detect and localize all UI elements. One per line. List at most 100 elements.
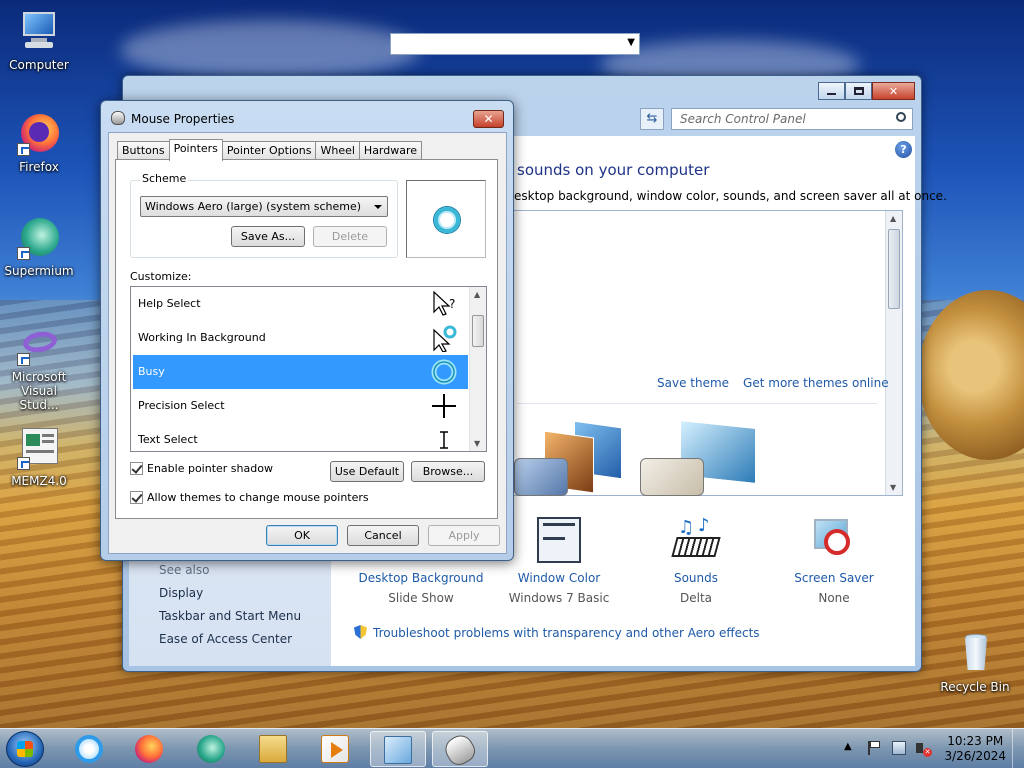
- shortcut-arrow-icon: [17, 143, 30, 156]
- screen-saver-item[interactable]: Screen Saver None: [764, 515, 904, 605]
- cursor-list-scrollbar[interactable]: ▲ ▼: [469, 287, 486, 451]
- taskbar-internet-explorer[interactable]: [62, 731, 118, 767]
- taskbar-file-explorer[interactable]: [246, 731, 302, 767]
- scroll-thumb[interactable]: [888, 229, 900, 309]
- taskbar-mouse-properties[interactable]: [432, 730, 488, 768]
- delete-button[interactable]: Delete: [313, 226, 387, 247]
- cursor-row-label: Busy: [138, 365, 165, 378]
- dialog-close-button[interactable]: ✕: [473, 110, 504, 128]
- address-bar[interactable]: ▼: [390, 33, 640, 55]
- scroll-thumb[interactable]: [472, 315, 484, 347]
- cursor-row-label: Help Select: [138, 297, 201, 310]
- tab-buttons[interactable]: Buttons: [117, 141, 170, 160]
- svg-text:?: ?: [449, 297, 455, 311]
- tab-pointer-options[interactable]: Pointer Options: [221, 141, 317, 160]
- search-icon[interactable]: [896, 112, 906, 122]
- action-center-flag-icon[interactable]: [868, 741, 882, 755]
- cursor-row-label: Precision Select: [138, 399, 225, 412]
- maximize-button[interactable]: [845, 82, 872, 100]
- mouse-icon: [111, 111, 125, 125]
- system-tray: ▲ ✕ 10:23 PM 3/26/2024: [844, 729, 1024, 768]
- help-icon[interactable]: ?: [895, 141, 912, 158]
- media-player-icon: [321, 735, 349, 763]
- busy-cursor-icon: [434, 207, 460, 233]
- sounds-item[interactable]: ♫ ♪ Sounds Delta: [626, 515, 766, 605]
- cursor-row-text-select[interactable]: Text Select: [133, 423, 468, 451]
- browse-button[interactable]: Browse...: [411, 461, 485, 482]
- get-more-themes-link[interactable]: Get more themes online: [743, 376, 889, 390]
- cloud: [120, 20, 420, 80]
- checkbox-label: Enable pointer shadow: [147, 462, 273, 475]
- tab-pointers[interactable]: Pointers: [168, 139, 223, 161]
- scroll-down-icon[interactable]: ▼: [890, 483, 896, 492]
- show-hidden-icons-icon[interactable]: ▲: [844, 741, 858, 755]
- display-link[interactable]: Display: [159, 586, 203, 600]
- scroll-up-icon[interactable]: ▲: [890, 214, 896, 223]
- close-button[interactable]: ✕: [872, 82, 915, 100]
- checkbox-label: Allow themes to change mouse pointers: [147, 491, 369, 504]
- sounds-icon: ♫ ♪: [671, 515, 721, 565]
- show-desktop-button[interactable]: [1012, 729, 1024, 768]
- refresh-button[interactable]: ⇆: [640, 108, 664, 130]
- maximize-icon: [853, 87, 864, 95]
- volume-muted-icon[interactable]: ✕: [916, 741, 932, 757]
- ease-of-access-link[interactable]: Ease of Access Center: [159, 632, 292, 646]
- taskbar-start-menu-link[interactable]: Taskbar and Start Menu: [159, 609, 301, 623]
- use-default-button[interactable]: Use Default: [330, 461, 404, 482]
- desktop-icon-label: Computer: [9, 58, 69, 72]
- shortcut-arrow-icon: [17, 247, 30, 260]
- screen-saver-value: None: [818, 591, 850, 605]
- apply-button[interactable]: Apply: [428, 525, 500, 546]
- screen-saver-icon: [810, 515, 858, 565]
- sounds-title: Sounds: [673, 571, 719, 585]
- taskbar-firefox[interactable]: [122, 731, 178, 767]
- help-select-cursor-icon: ?: [433, 290, 455, 316]
- cancel-button[interactable]: Cancel: [347, 525, 419, 546]
- address-dropdown-icon[interactable]: ▼: [627, 37, 635, 48]
- search-input[interactable]: Search Control Panel: [671, 108, 913, 130]
- mouse-properties-dialog[interactable]: Mouse Properties ✕ Buttons Pointers Poin…: [100, 100, 514, 561]
- desktop-icon-firefox[interactable]: Firefox: [0, 112, 78, 174]
- clock[interactable]: 10:23 PM 3/26/2024: [944, 734, 1006, 764]
- desktop-icon-recycle-bin[interactable]: Recycle Bin: [936, 632, 1014, 694]
- allow-themes-checkbox[interactable]: Allow themes to change mouse pointers: [130, 491, 369, 504]
- desktop-icon-memz[interactable]: MEMZ4.0: [0, 426, 78, 488]
- network-icon[interactable]: [892, 741, 906, 755]
- save-theme-link[interactable]: Save theme: [657, 376, 729, 390]
- cursor-row-precision-select[interactable]: Precision Select: [133, 389, 468, 423]
- start-button[interactable]: [6, 731, 44, 767]
- tab-wheel[interactable]: Wheel: [315, 141, 360, 160]
- scroll-up-icon[interactable]: ▲: [474, 290, 480, 299]
- divider: [517, 403, 877, 404]
- theme-thumbnail-aero[interactable]: [514, 420, 624, 496]
- enable-pointer-shadow-checkbox[interactable]: Enable pointer shadow: [130, 462, 273, 475]
- taskbar-supermium[interactable]: [184, 731, 240, 767]
- minimize-button[interactable]: [818, 82, 845, 100]
- busy-cursor-icon: [431, 359, 457, 385]
- ok-button[interactable]: OK: [266, 525, 338, 546]
- troubleshoot-link[interactable]: Troubleshoot problems with transparency …: [354, 625, 760, 640]
- firefox-icon: [135, 735, 163, 763]
- desktop-icon-label: Firefox: [19, 160, 59, 174]
- firefox-icon: [17, 112, 61, 156]
- internet-explorer-icon: [75, 735, 103, 763]
- cursor-row-working-in-background[interactable]: Working In Background: [133, 321, 468, 355]
- theme-scrollbar[interactable]: ▲ ▼: [885, 211, 902, 495]
- cursor-list[interactable]: Help Select ? Working In Background Busy: [130, 286, 487, 452]
- desktop-icon-visual-studio[interactable]: Microsoft Visual Stud...: [0, 322, 78, 412]
- desktop-icon-label: Microsoft Visual Stud...: [11, 370, 67, 412]
- desktop-icon-supermium[interactable]: Supermium: [0, 216, 78, 278]
- tab-hardware[interactable]: Hardware: [358, 141, 423, 160]
- scheme-select[interactable]: Windows Aero (large) (system scheme): [140, 196, 388, 217]
- desktop-icon-computer[interactable]: Computer: [0, 10, 78, 72]
- theme-thumbnail-custom[interactable]: [640, 420, 760, 496]
- taskbar-control-panel[interactable]: [370, 731, 426, 767]
- scroll-down-icon[interactable]: ▼: [474, 439, 480, 448]
- search-placeholder: Search Control Panel: [680, 112, 806, 126]
- cursor-row-busy[interactable]: Busy: [133, 355, 468, 389]
- tab-strip: Buttons Pointers Pointer Options Wheel H…: [117, 139, 423, 161]
- supermium-icon: [17, 216, 61, 260]
- cursor-row-help-select[interactable]: Help Select ?: [133, 287, 468, 321]
- taskbar-media-player[interactable]: [308, 731, 364, 767]
- save-as-button[interactable]: Save As...: [231, 226, 305, 247]
